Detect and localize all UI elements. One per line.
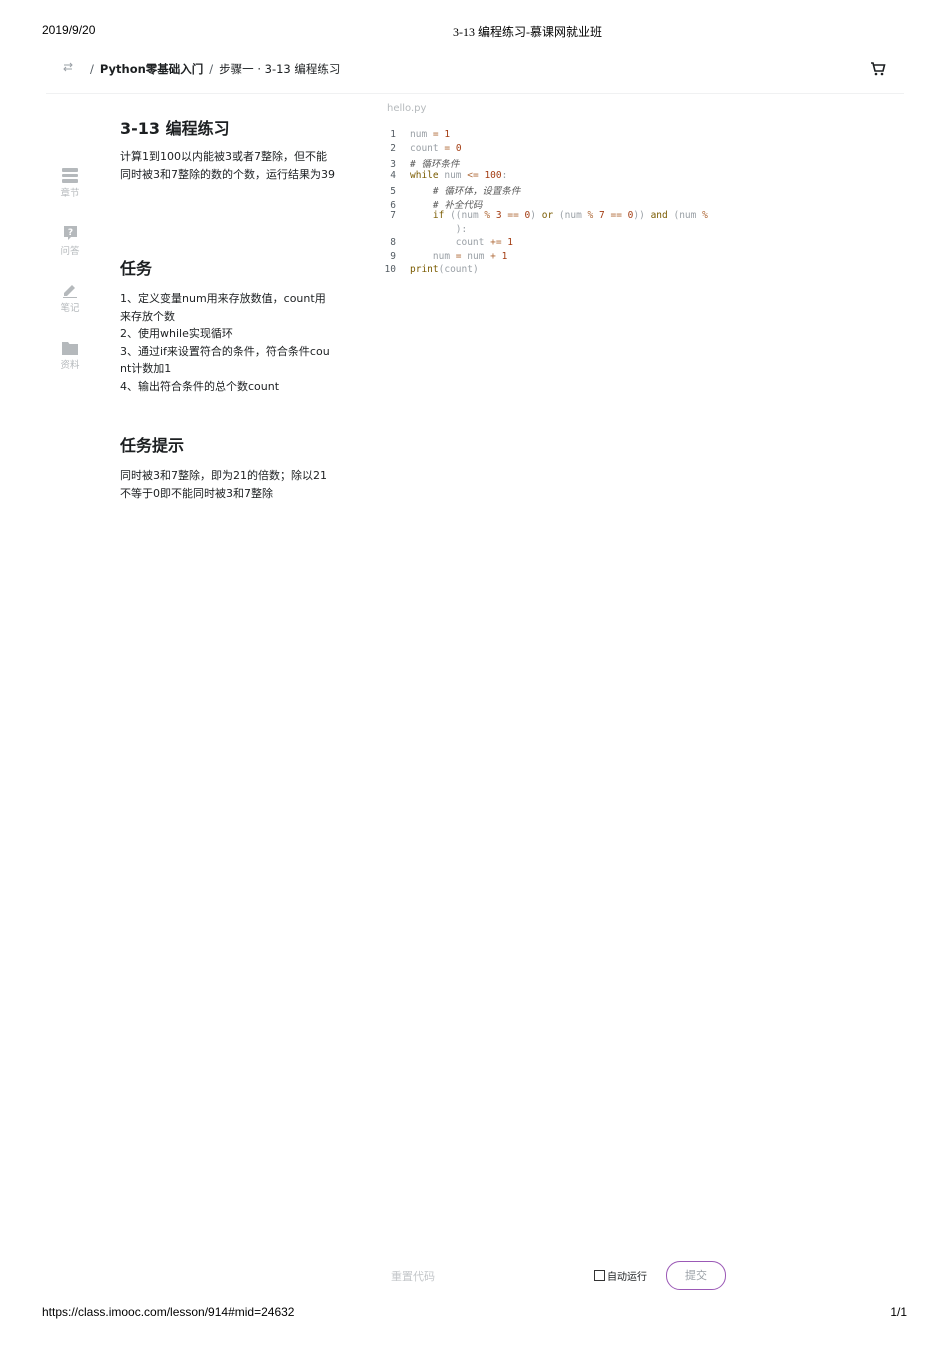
code-line[interactable]: 3 # 循环条件 — [380, 156, 459, 170]
exercise-title: 3-13 编程练习 — [120, 119, 230, 138]
code-line[interactable]: 8 count += 1 — [380, 237, 513, 251]
reset-code-button[interactable]: 重置代码 — [391, 1268, 435, 1284]
code-line[interactable]: 4 while num <= 100: — [380, 170, 507, 184]
file-tab[interactable]: hello.py — [380, 103, 740, 114]
line-number: 3 — [390, 159, 396, 170]
nav-item-notes[interactable]: 笔记 — [55, 283, 85, 314]
hint-text: 同时被3和7整除，即为21的倍数；除以21不等于0即不能同时被3和7整除 — [120, 469, 327, 500]
code-text: # 循环体，设置条件 — [432, 186, 521, 197]
code-text: ): — [410, 223, 468, 235]
breadcrumb-current-step: 步骤一 · 3-13 编程练习 — [219, 62, 341, 76]
nav-label-notes: 笔记 — [60, 303, 80, 314]
line-number: 9 — [390, 250, 396, 262]
code-text: num = 1 — [410, 129, 451, 140]
nav-item-qa[interactable]: ? 问答 — [55, 225, 85, 257]
top-bar: / Python零基础入门 / 步骤一 · 3-13 编程练习 — [46, 55, 904, 94]
line-number: 8 — [390, 237, 396, 248]
code-line[interactable]: 2 count = 0 — [380, 142, 462, 157]
task-heading: 任务 — [120, 259, 153, 278]
nav-label-chapters: 章节 — [60, 188, 80, 199]
submit-button[interactable]: 提交 — [666, 1261, 726, 1290]
pencil-icon — [63, 285, 77, 298]
breadcrumb-course-link[interactable]: Python零基础入门 — [100, 62, 203, 76]
svg-text:?: ? — [67, 228, 72, 238]
code-text: while num <= 100: — [410, 169, 508, 181]
code-text: # 补全代码 — [432, 199, 483, 211]
code-text: num = num + 1 — [432, 250, 508, 262]
line-number: 7 — [390, 210, 396, 221]
print-page-title: 3-13 编程练习-慕课网就业班 — [453, 25, 602, 39]
nav-item-materials[interactable]: 资料 — [55, 341, 85, 371]
nav-label-materials: 资料 — [60, 360, 80, 371]
line-number: 4 — [390, 169, 396, 181]
auto-run-label: 自动运行 — [607, 1272, 647, 1283]
task-item: 1、定义变量num用来存放数值，count用来存放个数 — [120, 292, 326, 323]
breadcrumb-separator: / — [209, 62, 214, 76]
code-line[interactable]: 7 if ((num % 3 == 0) or (num % 7 == 0)) … — [380, 210, 708, 224]
code-text: count += 1 — [455, 237, 514, 248]
auto-run-toggle[interactable]: 自动运行 — [594, 1268, 647, 1283]
breadcrumb-separator: / — [90, 62, 94, 76]
breadcrumb: / Python零基础入门 / 步骤一 · 3-13 编程练习 — [84, 61, 340, 77]
code-editor[interactable]: hello.py 1 num = 1 2 count = 0 3 # 循环条件 4 while… — [380, 103, 740, 275]
exercise-panel: 3-13 编程练习 计算1到100以内能被3或者7整除，但不能同时被3和7整除的… — [120, 118, 335, 500]
print-url: https://class.imooc.com/lesson/914#mid=2… — [42, 1305, 295, 1319]
auto-run-checkbox[interactable] — [594, 1270, 605, 1281]
line-number: 10 — [384, 264, 396, 275]
code-line[interactable]: 5 # 循环体，设置条件 — [380, 183, 520, 197]
code-text: count = 0 — [410, 142, 462, 154]
task-item: 2、使用while实现循环 — [120, 327, 233, 340]
code-line[interactable]: 1 num = 1 — [380, 129, 450, 143]
exercise-description: 计算1到100以内能被3或者7整除，但不能同时被3和7整除的数的个数，运行结果为… — [120, 150, 335, 181]
swap-arrows-icon[interactable] — [63, 62, 73, 72]
hint-heading: 任务提示 — [120, 436, 185, 455]
task-item: 4、输出符合条件的总个数count — [120, 379, 280, 393]
question-icon: ? — [63, 226, 77, 240]
nav-item-chapters[interactable]: 章节 — [55, 168, 85, 199]
task-list: 1、定义变量num用来存放数值，count用来存放个数 2、使用while实现循… — [120, 290, 335, 395]
code-line[interactable]: 6 # 补全代码 — [380, 197, 482, 211]
line-number: 1 — [390, 129, 396, 140]
line-number: 2 — [390, 142, 396, 154]
code-text: # 循环条件 — [410, 159, 460, 170]
code-line[interactable]: 9 num = num + 1 — [380, 251, 507, 265]
chapter-list-icon — [62, 168, 78, 183]
line-number: 5 — [390, 186, 396, 197]
line-number: 6 — [390, 199, 396, 211]
code-line[interactable]: ): — [380, 224, 467, 238]
task-item: 3、通过if来设置符合的条件，符合条件count计数加1 — [120, 344, 330, 376]
print-page-number: 1/1 — [890, 1305, 907, 1319]
folder-icon — [62, 342, 78, 355]
cart-icon[interactable] — [870, 61, 886, 77]
code-text: print(count) — [410, 264, 479, 275]
nav-label-qa: 问答 — [60, 246, 80, 257]
code-text: if ((num % 3 == 0) or (num % 7 == 0)) an… — [432, 210, 708, 221]
code-line[interactable]: 10 print(count) — [380, 264, 479, 278]
